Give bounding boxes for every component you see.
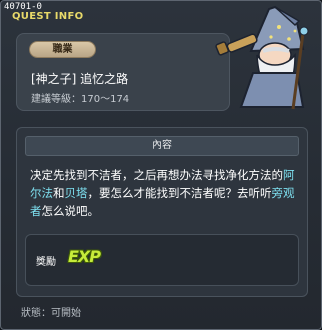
exp-icon: EXP: [68, 247, 101, 266]
content-header: 內容: [25, 136, 299, 156]
quest-description: 决定先找到不洁者，之后再想办法寻找净化方法的阿尔法和贝塔，要怎么才能找到不洁者呢…: [30, 166, 302, 220]
npc-link-beta[interactable]: 贝塔: [65, 186, 88, 200]
recommended-level: 建議等級：170～174: [31, 94, 130, 105]
description-text-2: ，要怎么才能找到不洁者呢？去听听: [87, 186, 272, 200]
job-badge: 職業: [29, 41, 96, 58]
window-title: QUEST INFO: [12, 11, 84, 22]
description-text-1: 决定先找到不洁者，之后再想办法寻找净化方法的: [30, 168, 283, 182]
reward-label: 獎勵: [36, 257, 56, 268]
quest-info-window: 40701-0 QUEST INFO 職業 [神之子] 追忆之路 建議等級：17…: [0, 0, 322, 330]
quest-status: 狀態：可開始: [21, 308, 81, 319]
content-panel: 內容 决定先找到不洁者，之后再想办法寻找净化方法的阿尔法和贝塔，要怎么才能找到不…: [16, 127, 308, 297]
job-panel: 職業 [神之子] 追忆之路 建議等級：170～174: [16, 33, 230, 111]
wizard-npc-icon: [215, 5, 309, 110]
description-text-3: 怎么说吧。: [41, 204, 100, 218]
reward-panel: 獎勵 EXP: [25, 234, 299, 286]
description-and: 和: [53, 186, 65, 200]
quest-name: [神之子] 追忆之路: [31, 72, 129, 86]
